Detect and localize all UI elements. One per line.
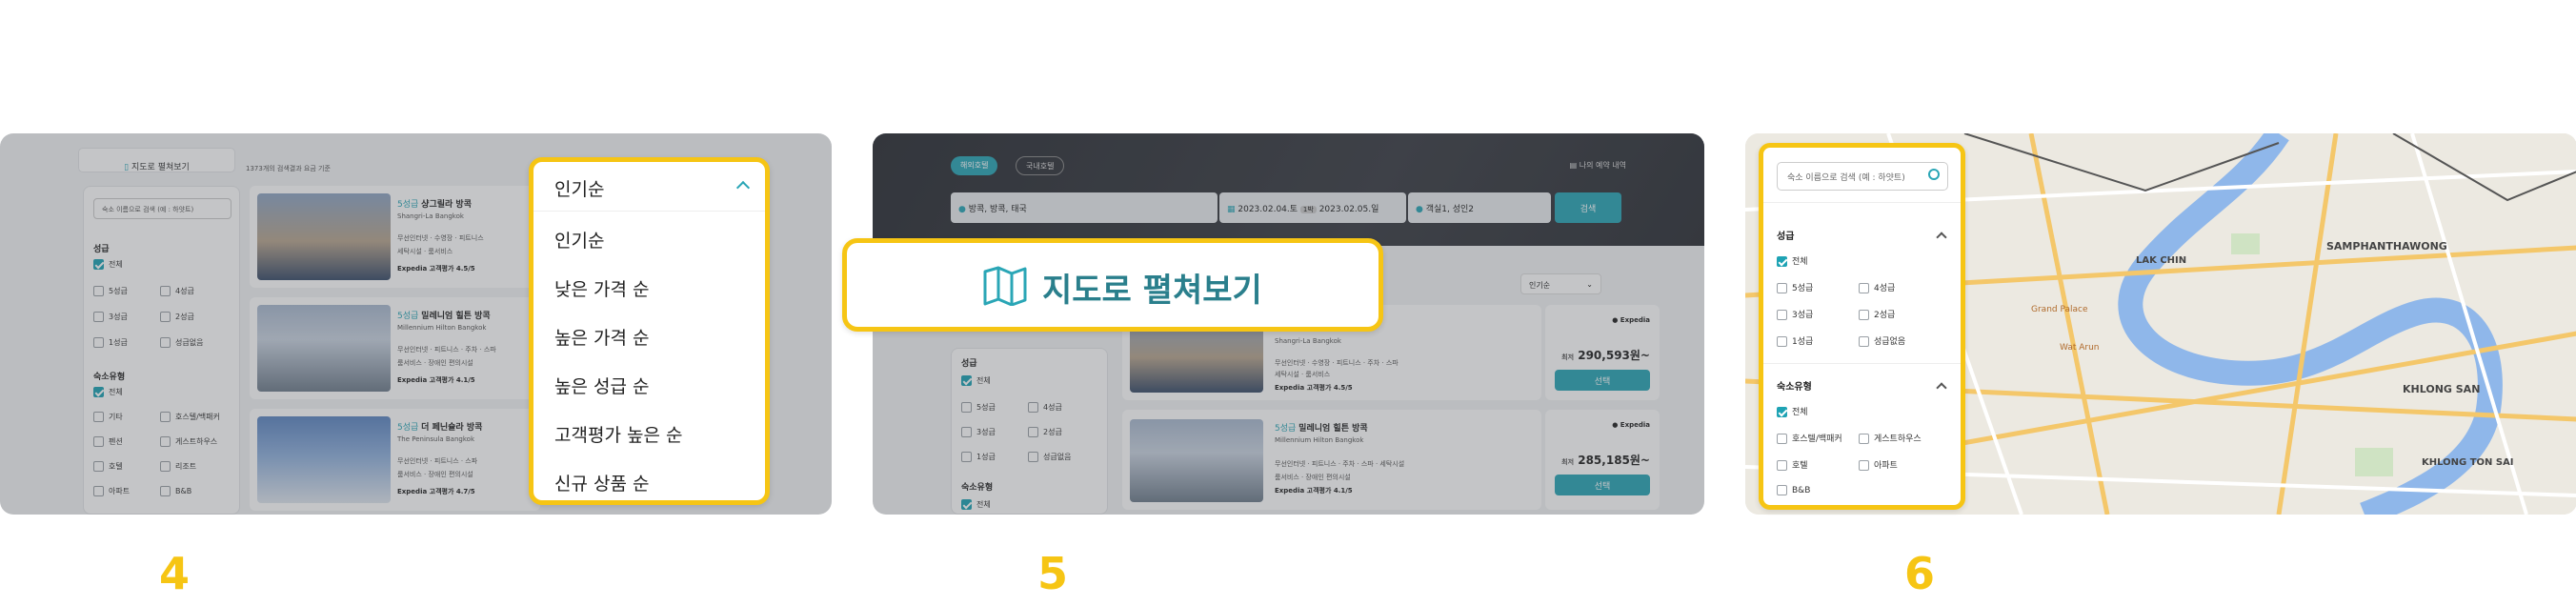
type-all-checkbox[interactable]: 전체: [1777, 405, 1808, 417]
grade-2-checkbox[interactable]: 2성급: [160, 312, 194, 322]
search-button[interactable]: 검색: [1555, 192, 1621, 223]
select-button[interactable]: 선택: [1555, 475, 1650, 495]
type-guesthouse-checkbox[interactable]: 게스트하우스: [1859, 432, 1922, 444]
grade-4-checkbox[interactable]: 4성급: [160, 286, 194, 296]
sort-hint: 요금 기준: [303, 165, 331, 172]
hotel-card[interactable]: 5성급 더 페닌슐라 방콕 The Peninsula Bangkok 무선인터…: [250, 409, 540, 511]
map-label: Wat Arun: [2060, 343, 2100, 353]
chevron-up-icon: [735, 180, 751, 195]
date-field[interactable]: ▦ 2023.02.04.토 1박 2023.02.05.일: [1219, 192, 1406, 223]
hotel-photo: [1130, 419, 1263, 502]
sort-option[interactable]: 높은 가격 순: [554, 324, 649, 350]
grade-3-checkbox[interactable]: 3성급: [961, 427, 996, 437]
type-apartment-checkbox[interactable]: 아파트: [1859, 458, 1898, 471]
step-number: 6: [1903, 548, 1935, 599]
sort-select[interactable]: 인기순 ⌄: [1520, 273, 1601, 294]
type-bnb-checkbox[interactable]: B&B: [1777, 485, 1810, 495]
price-box: ● Expedia 최저 285,185원~ 선택: [1545, 410, 1660, 510]
screen-4: ▯ 지도로 펼쳐보기 1373개의 검색결과 요금 기준 숙소 이름으로 검색 …: [0, 133, 832, 515]
grade-title: 성급: [1777, 232, 1795, 242]
sort-option[interactable]: 낮은 가격 순: [554, 275, 649, 301]
hotel-search-input[interactable]: 숙소 이름으로 검색 (예 : 하얏트): [1777, 162, 1948, 191]
map-label: SAMPHANTHAWONG: [2326, 240, 2447, 252]
grade-1-checkbox[interactable]: 1성급: [1777, 334, 1813, 347]
step-number: 5: [1036, 548, 1068, 599]
my-booking-link[interactable]: ▤ 나의 예약 내역: [1570, 160, 1626, 171]
result-count: 1373개의 검색결과: [246, 165, 302, 172]
calendar-icon: ▦: [1227, 205, 1238, 214]
map-label: KHLONG SAN: [2403, 383, 2481, 395]
person-icon: ●: [1416, 205, 1426, 214]
sort-dropdown[interactable]: 인기순 인기순 낮은 가격 순 높은 가격 순 높은 성급 순 고객평가 높은 …: [529, 157, 770, 505]
sort-option[interactable]: 고객평가 높은 순: [554, 421, 682, 447]
sort-option[interactable]: 인기순: [554, 227, 604, 252]
type-all-checkbox[interactable]: 전체: [93, 387, 123, 397]
type-guesthouse-checkbox[interactable]: 게스트하우스: [160, 436, 217, 447]
hotel-photo: [257, 305, 391, 392]
grade-5-checkbox[interactable]: 5성급: [93, 286, 128, 296]
chevron-up-icon: [1936, 382, 1947, 394]
grade-none-checkbox[interactable]: 성급없음: [1859, 334, 1905, 347]
type-hotel-checkbox[interactable]: 호텔: [93, 461, 123, 472]
grade-4-checkbox[interactable]: 4성급: [1859, 281, 1895, 293]
type-hostel-checkbox[interactable]: 호스텔/백패커: [160, 412, 220, 422]
price-box: ● Expedia 최저 290,593원~ 선택: [1545, 305, 1660, 400]
chevron-up-icon: [1936, 232, 1947, 243]
grade-none-checkbox[interactable]: 성급없음: [1028, 452, 1071, 462]
map-icon: [983, 266, 1027, 306]
filter-sidebar: 숙소 이름으로 검색 (예 : 하얏트) 성급 전체 5성급 4성급 3성급 2…: [83, 186, 240, 515]
grade-2-checkbox[interactable]: 2성급: [1859, 308, 1895, 320]
hotel-card[interactable]: 5성급 샹그릴라 방콕 Shangri-La Bangkok 무선인터넷 · 수…: [250, 186, 540, 288]
grade-2-checkbox[interactable]: 2성급: [1028, 427, 1062, 437]
search-header: 해외호텔 국내호텔 ▤ 나의 예약 내역 ● 방콕, 방콕, 태국 ▦ 2023…: [873, 133, 1704, 246]
type-etc-checkbox[interactable]: 기타: [93, 412, 123, 422]
sort-dropdown-header[interactable]: 인기순: [533, 162, 765, 212]
type-all-checkbox[interactable]: 전체: [961, 499, 991, 510]
map-icon: ▯: [124, 163, 131, 172]
hotel-card[interactable]: 5성급 밀레니엄 힐튼 방콕 Millennium Hilton Bangkok…: [1122, 410, 1541, 510]
grade-4-checkbox[interactable]: 4성급: [1028, 402, 1062, 413]
sort-option[interactable]: 신규 상품 순: [554, 470, 649, 495]
filter-sidebar-highlight: 숙소 이름으로 검색 (예 : 하얏트) 성급 전체 5성급 4성급 3성급 2…: [1759, 143, 1965, 510]
type-pension-checkbox[interactable]: 펜션: [93, 436, 123, 447]
tab-domestic[interactable]: 국내호텔: [1016, 156, 1065, 175]
type-bnb-checkbox[interactable]: B&B: [160, 486, 191, 496]
map-view-button[interactable]: 지도로 펼쳐보기: [842, 238, 1383, 332]
sort-option[interactable]: 높은 성급 순: [554, 373, 649, 398]
grade-title: 성급: [93, 245, 110, 254]
type-title: 숙소유형: [1777, 382, 1812, 393]
hotel-photo: [257, 193, 391, 280]
type-hostel-checkbox[interactable]: 호스텔/백패커: [1777, 432, 1842, 444]
hotel-search-input[interactable]: 숙소 이름으로 검색 (예 : 하얏트): [93, 198, 231, 219]
grade-none-checkbox[interactable]: 성급없음: [160, 337, 203, 348]
grade-1-checkbox[interactable]: 1성급: [961, 452, 996, 462]
type-apartment-checkbox[interactable]: 아파트: [93, 486, 130, 496]
type-hotel-checkbox[interactable]: 호텔: [1777, 458, 1808, 471]
map-label: KHLONG TON SAI: [2422, 457, 2514, 468]
grade-1-checkbox[interactable]: 1성급: [93, 337, 128, 348]
grade-all-checkbox[interactable]: 전체: [93, 259, 123, 270]
step-number: 4: [158, 548, 190, 599]
hotel-photo: [257, 416, 391, 503]
type-title: 숙소유형: [93, 373, 126, 382]
map-label: LAK CHIN: [2136, 255, 2187, 266]
location-pin-icon: ●: [958, 205, 969, 214]
grade-3-checkbox[interactable]: 3성급: [1777, 308, 1813, 320]
select-button[interactable]: 선택: [1555, 370, 1650, 391]
grade-3-checkbox[interactable]: 3성급: [93, 312, 128, 322]
filter-sidebar: 성급 전체 5성급 4성급 3성급 2성급 1성급 성급없음 숙소유형 전체: [951, 348, 1108, 515]
map-label: Grand Palace: [2031, 305, 2088, 314]
tab-overseas[interactable]: 해외호텔: [951, 156, 998, 175]
hotel-card[interactable]: 5성급 밀레니엄 힐튼 방콕 Millennium Hilton Bangkok…: [250, 297, 540, 399]
guests-field[interactable]: ● 객실1, 성인2: [1408, 192, 1551, 223]
grade-5-checkbox[interactable]: 5성급: [961, 402, 996, 413]
search-icon: [1928, 169, 1940, 180]
grade-5-checkbox[interactable]: 5성급: [1777, 281, 1813, 293]
type-resort-checkbox[interactable]: 리조트: [160, 461, 196, 472]
destination-field[interactable]: ● 방콕, 방콕, 태국: [951, 192, 1218, 223]
grade-all-checkbox[interactable]: 전체: [1777, 254, 1808, 267]
grade-all-checkbox[interactable]: 전체: [961, 375, 991, 386]
map-view-button[interactable]: ▯ 지도로 펼쳐보기: [78, 148, 235, 172]
